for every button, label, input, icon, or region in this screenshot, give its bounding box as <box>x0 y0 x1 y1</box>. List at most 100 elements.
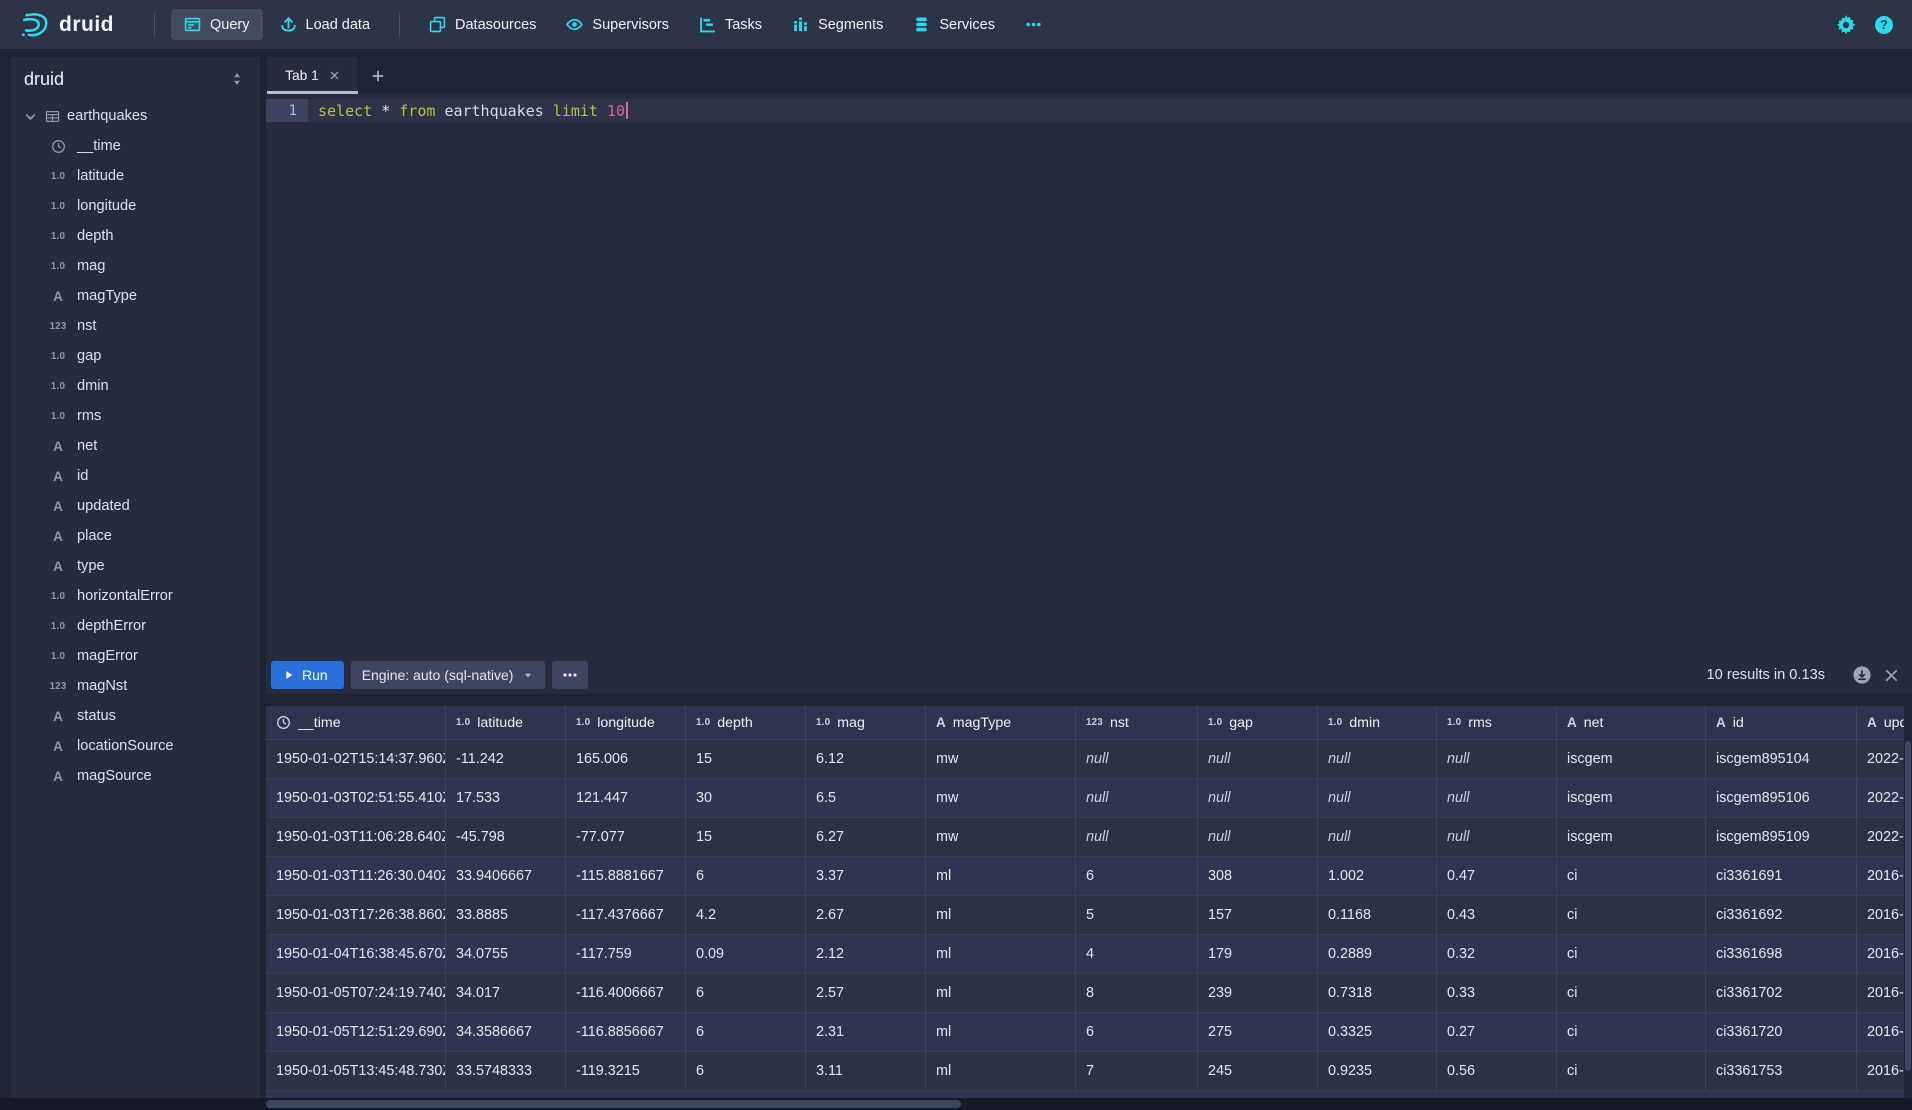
cell-depth[interactable]: 15 <box>686 818 806 856</box>
cell-mag[interactable]: 2.31 <box>806 1013 926 1051</box>
cell-longitude[interactable]: -117.759 <box>566 935 686 973</box>
sidebar-column-__time[interactable]: __time <box>10 131 260 161</box>
cell-rms[interactable]: 0.32 <box>1437 935 1557 973</box>
cell-gap[interactable]: 239 <box>1198 974 1318 1012</box>
cell-id[interactable]: ci3361753 <box>1706 1052 1857 1090</box>
nav-item-load-data[interactable]: Load data <box>267 9 384 40</box>
sidebar-column-magNst[interactable]: 123magNst <box>10 671 260 701</box>
sidebar-column-magType[interactable]: AmagType <box>10 281 260 311</box>
cell-latitude[interactable]: 33.8885 <box>446 896 566 934</box>
cell-gap[interactable]: 308 <box>1198 857 1318 895</box>
cell-depth[interactable]: 4.2 <box>686 896 806 934</box>
cell-longitude[interactable]: 121.447 <box>566 779 686 817</box>
column-header-depth[interactable]: 1.0depth <box>686 706 806 739</box>
cell-depth[interactable]: 15 <box>686 740 806 778</box>
cell-longitude[interactable]: -115.8881667 <box>566 857 686 895</box>
cell-latitude[interactable]: 33.9406667 <box>446 857 566 895</box>
cell-nst[interactable]: 6 <box>1076 1013 1198 1051</box>
cell-net[interactable]: ci <box>1557 1052 1706 1090</box>
cell-nst[interactable]: 8 <box>1076 974 1198 1012</box>
cell-longitude[interactable]: -119.3215 <box>566 1052 686 1090</box>
cell-__time[interactable]: 1950-01-03T02:51:55.410Z <box>266 779 446 817</box>
cell-__time[interactable]: 1950-01-04T16:38:45.670Z <box>266 935 446 973</box>
cell-__time[interactable]: 1950-01-03T11:06:28.640Z <box>266 818 446 856</box>
query-more-button[interactable] <box>552 661 588 689</box>
cell-mag[interactable]: 2.67 <box>806 896 926 934</box>
cell-depth[interactable]: 0.09 <box>686 935 806 973</box>
cell-gap[interactable]: 179 <box>1198 935 1318 973</box>
nav-item-datasources[interactable]: Datasources <box>416 9 549 40</box>
cell-updated[interactable]: 2016-0 <box>1857 974 1904 1012</box>
cell-__time[interactable]: 1950-01-05T07:24:19.740Z <box>266 974 446 1012</box>
column-header-latitude[interactable]: 1.0latitude <box>446 706 566 739</box>
druid-logo[interactable]: druid <box>20 10 114 40</box>
cell-id[interactable]: ci3361720 <box>1706 1013 1857 1051</box>
cell-magType[interactable]: ml <box>926 1052 1076 1090</box>
cell-nst[interactable]: 6 <box>1076 857 1198 895</box>
cell-longitude[interactable]: -117.4376667 <box>566 896 686 934</box>
cell-gap[interactable]: 157 <box>1198 896 1318 934</box>
cell-id[interactable]: iscgem895106 <box>1706 779 1857 817</box>
engine-selector[interactable]: Engine: auto (sql-native) <box>351 661 546 689</box>
cell-latitude[interactable]: 34.0755 <box>446 935 566 973</box>
sidebar-column-latitude[interactable]: 1.0latitude <box>10 161 260 191</box>
cell-rms[interactable]: 0.27 <box>1437 1013 1557 1051</box>
nav-item-more[interactable] <box>1012 9 1055 40</box>
sidebar-column-depthError[interactable]: 1.0depthError <box>10 611 260 641</box>
cell-net[interactable]: ci <box>1557 896 1706 934</box>
cell-depth[interactable]: 6 <box>686 1013 806 1051</box>
cell-dmin[interactable]: 0.1168 <box>1318 896 1437 934</box>
cell-updated[interactable]: 2022-0 <box>1857 818 1904 856</box>
horizontal-scrollbar-thumb[interactable] <box>266 1100 961 1108</box>
cell-latitude[interactable]: 34.017 <box>446 974 566 1012</box>
nav-item-query[interactable]: Query <box>171 9 263 40</box>
schema-selector[interactable]: druid <box>10 57 260 101</box>
cell-updated[interactable]: 2022-0 <box>1857 779 1904 817</box>
cell-mag[interactable]: 6.27 <box>806 818 926 856</box>
cell-net[interactable]: ci <box>1557 857 1706 895</box>
cell-latitude[interactable]: -45.798 <box>446 818 566 856</box>
tab-close-icon[interactable] <box>329 70 340 81</box>
cell-mag[interactable]: 2.12 <box>806 935 926 973</box>
cell-id[interactable]: iscgem895104 <box>1706 740 1857 778</box>
nav-item-tasks[interactable]: Tasks <box>686 9 775 40</box>
column-header-dmin[interactable]: 1.0dmin <box>1318 706 1437 739</box>
cell-rms[interactable]: 0.43 <box>1437 896 1557 934</box>
column-header-nst[interactable]: 123nst <box>1076 706 1198 739</box>
sidebar-column-rms[interactable]: 1.0rms <box>10 401 260 431</box>
new-tab-button[interactable] <box>358 57 398 94</box>
cell-__time[interactable]: 1950-01-02T15:14:37.960Z <box>266 740 446 778</box>
cell-net[interactable]: iscgem <box>1557 740 1706 778</box>
sidebar-column-nst[interactable]: 123nst <box>10 311 260 341</box>
cell-magType[interactable]: ml <box>926 935 1076 973</box>
cell-net[interactable]: iscgem <box>1557 779 1706 817</box>
cell-rms[interactable]: 0.56 <box>1437 1052 1557 1090</box>
sidebar-column-status[interactable]: Astatus <box>10 701 260 731</box>
cell-magType[interactable]: ml <box>926 1013 1076 1051</box>
cell-mag[interactable]: 2.57 <box>806 974 926 1012</box>
cell-magType[interactable]: ml <box>926 857 1076 895</box>
cell-dmin[interactable]: 0.9235 <box>1318 1052 1437 1090</box>
cell-dmin[interactable]: 0.3325 <box>1318 1013 1437 1051</box>
sidebar-column-dmin[interactable]: 1.0dmin <box>10 371 260 401</box>
cell-latitude[interactable]: 17.533 <box>446 779 566 817</box>
cell-latitude[interactable]: -11.242 <box>446 740 566 778</box>
cell-dmin[interactable]: null <box>1318 740 1437 778</box>
cell-updated[interactable]: 2016-0 <box>1857 896 1904 934</box>
cell-dmin[interactable]: 0.7318 <box>1318 974 1437 1012</box>
sql-code-line[interactable]: select * from earthquakes limit 10 <box>308 99 1912 122</box>
cell-gap[interactable]: null <box>1198 779 1318 817</box>
cell-mag[interactable]: 3.11 <box>806 1052 926 1090</box>
cell-dmin[interactable]: null <box>1318 779 1437 817</box>
cell-latitude[interactable]: 34.3586667 <box>446 1013 566 1051</box>
cell-id[interactable]: iscgem895109 <box>1706 818 1857 856</box>
cell-depth[interactable]: 6 <box>686 974 806 1012</box>
nav-item-segments[interactable]: Segments <box>779 9 896 40</box>
column-header-net[interactable]: Anet <box>1557 706 1706 739</box>
sql-editor[interactable]: 1 select * from earthquakes limit 10 <box>266 94 1912 656</box>
cell-updated[interactable]: 2022-0 <box>1857 740 1904 778</box>
cell-rms[interactable]: null <box>1437 740 1557 778</box>
cell-nst[interactable]: 7 <box>1076 1052 1198 1090</box>
cell-longitude[interactable]: -77.077 <box>566 818 686 856</box>
cell-rms[interactable]: null <box>1437 779 1557 817</box>
